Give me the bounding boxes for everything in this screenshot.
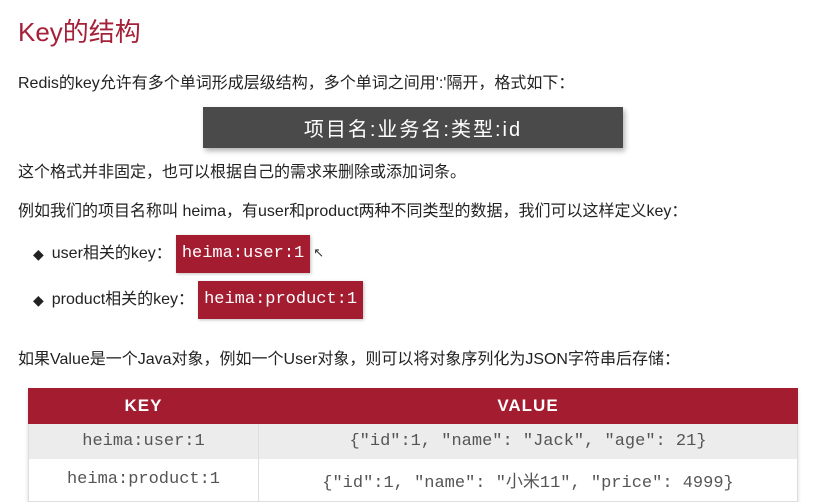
code-product-key: heima:product:1 — [198, 281, 363, 319]
para-3: 例如我们的项目名称叫 heima，有user和product两种不同类型的数据，… — [18, 197, 808, 227]
code-user-key: heima:user:1 — [176, 235, 310, 273]
table-row: heima:user:1 {"id":1, "name": "Jack", "a… — [29, 423, 798, 459]
page-title: Key的结构 — [18, 12, 808, 49]
table-row: heima:product:1 {"id":1, "name": "小米11",… — [29, 459, 798, 502]
cell-key: heima:user:1 — [29, 423, 259, 459]
format-box: 项目名:业务名:类型:id — [203, 107, 623, 148]
bullet-label: product相关的key： — [52, 284, 194, 316]
bullet-icon: ◆ — [33, 240, 44, 268]
bullet-icon: ◆ — [33, 286, 44, 314]
cursor-icon: ↖ — [313, 240, 324, 266]
th-key: KEY — [29, 388, 259, 423]
bullet-label: user相关的key： — [52, 238, 172, 270]
kv-table: KEY VALUE heima:user:1 {"id":1, "name": … — [28, 388, 798, 502]
table-header-row: KEY VALUE — [29, 388, 798, 423]
cell-value: {"id":1, "name": "小米11", "price": 4999} — [259, 459, 798, 502]
para-4: 如果Value是一个Java对象，例如一个User对象，则可以将对象序列化为JS… — [18, 345, 808, 375]
cell-value: {"id":1, "name": "Jack", "age": 21} — [259, 423, 798, 459]
cell-key: heima:product:1 — [29, 459, 259, 502]
para-2: 这个格式并非固定，也可以根据自己的需求来删除或添加词条。 — [18, 158, 808, 188]
bullet-product: ◆ product相关的key： heima:product:1 — [33, 281, 808, 319]
intro-text: Redis的key允许有多个单词形成层级结构，多个单词之间用':'隔开，格式如下… — [18, 69, 808, 99]
bullet-user: ◆ user相关的key： heima:user:1 ↖ — [33, 235, 808, 273]
th-value: VALUE — [259, 388, 798, 423]
